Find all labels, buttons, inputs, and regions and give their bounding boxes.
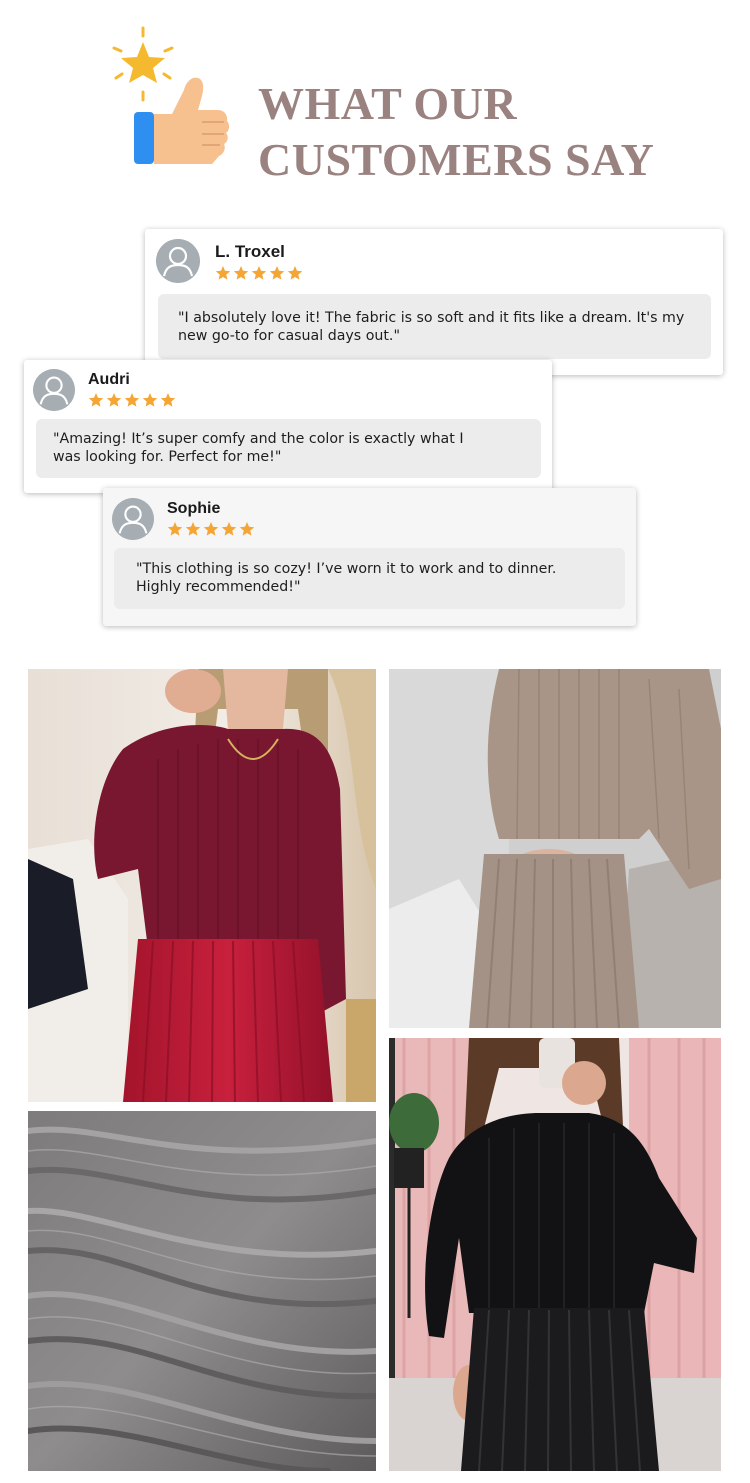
reviewer-name: L. Troxel — [215, 242, 285, 261]
star-icon — [142, 393, 158, 407]
star-icon — [215, 266, 231, 280]
star-icon — [221, 522, 237, 536]
avatar — [156, 239, 200, 283]
burgundy-knit-sweater-red-pleated-skirt-photo — [28, 669, 376, 1102]
star-icon — [233, 266, 249, 280]
black-knit-sweater-black-pleated-skirt-photo — [389, 1038, 721, 1471]
star-rating — [88, 392, 176, 408]
star-rating — [215, 265, 303, 281]
star-icon — [160, 393, 176, 407]
star-icon — [203, 522, 219, 536]
star-rating — [167, 521, 255, 537]
title-line-2: CUSTOMERS SAY — [258, 134, 655, 185]
review-text: "This clothing is so cozy! I’ve worn it … — [114, 548, 625, 609]
star-icon — [269, 266, 285, 280]
star-icon — [185, 522, 201, 536]
grey-pleated-fabric-closeup-photo — [28, 1111, 376, 1471]
avatar — [112, 498, 154, 540]
star-icon — [106, 393, 122, 407]
star-icon — [88, 393, 104, 407]
taupe-knit-sweater-pleated-skirt-photo — [389, 669, 721, 1028]
review-card: L. Troxel "I absolutely love it! The fab… — [145, 229, 723, 375]
star-icon — [124, 393, 140, 407]
reviewer-name: Audri — [88, 371, 130, 388]
review-card: Audri "Amazing! It’s super comfy and the… — [24, 360, 552, 493]
review-card: Sophie "This clothing is so cozy! I’ve w… — [103, 488, 636, 626]
review-text: "I absolutely love it! The fabric is so … — [158, 294, 711, 359]
page-title: WHAT OUR CUSTOMERS SAY — [258, 76, 728, 188]
star-icon — [251, 266, 267, 280]
star-icon — [239, 522, 255, 536]
review-text: "Amazing! It’s super comfy and the color… — [36, 419, 541, 478]
thumbs-up-star-icon — [106, 26, 236, 171]
star-icon — [287, 266, 303, 280]
reviewer-name: Sophie — [167, 500, 221, 517]
star-icon — [167, 522, 183, 536]
title-line-1: WHAT OUR — [258, 78, 518, 129]
avatar — [33, 369, 75, 411]
